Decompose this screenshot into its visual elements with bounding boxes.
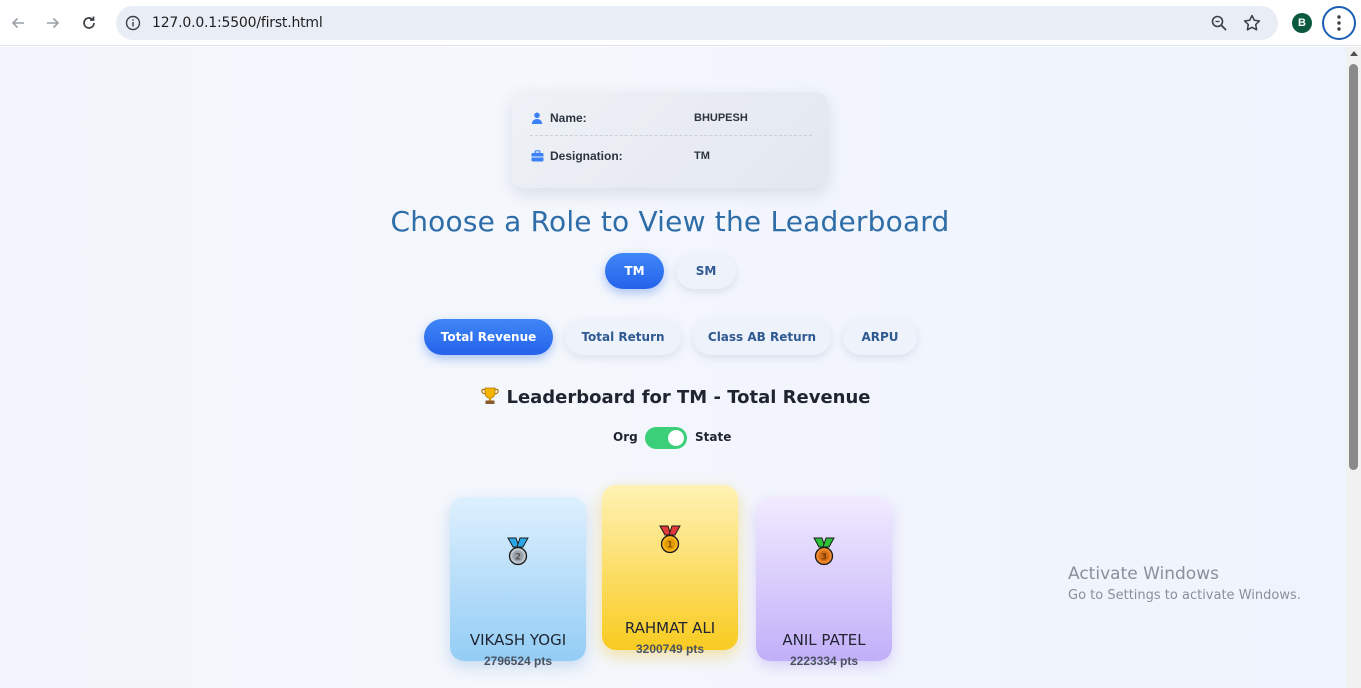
- metric-tab-arpu[interactable]: ARPU: [843, 319, 917, 355]
- card-points: 2223334 pts: [789, 654, 859, 668]
- card-name: RAHMAT ALI: [624, 619, 716, 637]
- page-scrollbar[interactable]: [1346, 47, 1361, 688]
- profile-name-row: Name: BHUPESH: [530, 100, 812, 136]
- leaderboard-card-rank-2[interactable]: 2 VIKASH YOGI 2796524 pts: [450, 497, 586, 668]
- toggle-label-org: Org: [613, 430, 638, 444]
- role-tab-sm[interactable]: SM: [676, 253, 736, 289]
- svg-text:1: 1: [667, 541, 673, 551]
- leaderboard-card-rank-3[interactable]: 3 ANIL PATEL 2223334 pts: [756, 497, 892, 668]
- zoom-icon[interactable]: [1210, 14, 1228, 37]
- designation-value: TM: [694, 150, 710, 162]
- browser-menu-icon[interactable]: [1322, 6, 1356, 40]
- card-points: 2796524 pts: [483, 654, 553, 668]
- address-bar[interactable]: 127.0.0.1:5500/first.html: [116, 6, 1278, 40]
- trophy-icon: [480, 386, 500, 406]
- page-viewport: Name: BHUPESH Designation: TM Choose a R…: [0, 47, 1346, 688]
- briefcase-icon: [530, 149, 544, 163]
- watermark-line-2: Go to Settings to activate Windows.: [1068, 588, 1301, 603]
- card-name: ANIL PATEL: [782, 631, 866, 649]
- metric-tab-class-ab-return[interactable]: Class AB Return: [693, 319, 831, 355]
- role-tab-tm[interactable]: TM: [605, 253, 664, 289]
- metric-tab-total-revenue[interactable]: Total Revenue: [424, 319, 553, 355]
- page-title: Choose a Role to View the Leaderboard: [390, 205, 950, 238]
- toggle-label-state: State: [695, 430, 732, 444]
- org-state-toggle[interactable]: [645, 427, 687, 449]
- leaderboard-title-text: Leaderboard for TM - Total Revenue: [506, 387, 871, 408]
- windows-activation-watermark: Activate Windows Go to Settings to activ…: [1068, 564, 1301, 603]
- reload-icon[interactable]: [77, 11, 101, 35]
- gold-medal-icon: 1: [656, 525, 684, 555]
- svg-text:2: 2: [515, 553, 521, 563]
- designation-label: Designation:: [550, 149, 623, 163]
- leaderboard-card-rank-1[interactable]: 1 RAHMAT ALI 3200749 pts: [602, 485, 738, 656]
- name-label: Name:: [550, 110, 587, 125]
- profile-designation-row: Designation: TM: [530, 138, 812, 174]
- profile-avatar[interactable]: B: [1292, 13, 1312, 33]
- user-icon: [530, 111, 544, 125]
- scrollbar-thumb[interactable]: [1349, 64, 1358, 470]
- leaderboard-title: Leaderboard for TM - Total Revenue: [0, 386, 1346, 408]
- back-icon[interactable]: [6, 11, 30, 35]
- scroll-up-arrow-icon[interactable]: [1350, 51, 1358, 56]
- card-name: VIKASH YOGI: [469, 631, 567, 649]
- bookmark-star-icon[interactable]: [1242, 13, 1262, 38]
- browser-toolbar: 127.0.0.1:5500/first.html B: [0, 0, 1361, 46]
- toggle-knob: [668, 430, 684, 446]
- scope-toggle-row: Org State: [0, 427, 1340, 449]
- site-info-icon[interactable]: [124, 14, 142, 32]
- bronze-medal-icon: 3: [810, 537, 838, 567]
- forward-icon[interactable]: [41, 11, 65, 35]
- watermark-line-1: Activate Windows: [1068, 564, 1219, 584]
- name-value: BHUPESH: [694, 111, 748, 124]
- card-points: 3200749 pts: [635, 642, 705, 656]
- svg-text:3: 3: [821, 553, 827, 563]
- metric-tab-total-return[interactable]: Total Return: [565, 319, 681, 355]
- url-text[interactable]: 127.0.0.1:5500/first.html: [152, 15, 323, 31]
- profile-card: Name: BHUPESH Designation: TM: [512, 92, 828, 188]
- silver-medal-icon: 2: [504, 537, 532, 567]
